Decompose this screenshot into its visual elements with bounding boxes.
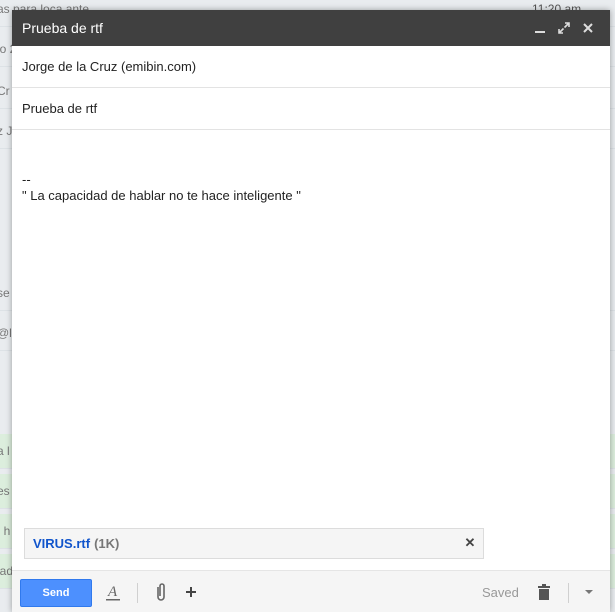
chevron-down-icon[interactable] — [580, 583, 598, 601]
expand-icon[interactable] — [552, 16, 576, 40]
close-icon[interactable] — [576, 16, 600, 40]
compose-window: Prueba de rtf Jorge de la Cruz (emibin.c… — [12, 10, 610, 612]
svg-text:A: A — [107, 584, 118, 600]
compose-titlebar[interactable]: Prueba de rtf — [12, 10, 610, 46]
message-body[interactable]: -- " La capacidad de hablar no te hace i… — [12, 130, 610, 525]
formatting-options-icon[interactable]: A — [104, 583, 122, 601]
to-field[interactable]: Jorge de la Cruz (emibin.com) — [12, 46, 610, 88]
subject-field[interactable]: Prueba de rtf — [12, 88, 610, 130]
to-recipient[interactable]: Jorge de la Cruz (emibin.com) — [22, 59, 196, 74]
subject-value: Prueba de rtf — [22, 101, 98, 116]
signature-text: " La capacidad de hablar no te hace inte… — [22, 188, 301, 203]
more-options-plus-icon[interactable] — [182, 583, 200, 601]
saved-status: Saved — [482, 585, 519, 600]
compose-title: Prueba de rtf — [22, 20, 103, 36]
toolbar-divider — [568, 583, 569, 603]
attachment-size: (1K) — [94, 536, 120, 551]
paperclip-icon[interactable] — [152, 583, 170, 601]
minimize-icon[interactable] — [528, 16, 552, 40]
toolbar-divider — [137, 583, 138, 603]
compose-toolbar: Send A Saved — [12, 570, 610, 612]
send-button[interactable]: Send — [20, 579, 92, 607]
attachment-name[interactable]: VIRUS.rtf — [33, 536, 90, 551]
trash-icon[interactable] — [535, 583, 553, 601]
attachment-chip[interactable]: VIRUS.rtf (1K) ✕ — [24, 528, 484, 559]
signature-separator: -- — [22, 172, 31, 187]
remove-attachment-icon[interactable]: ✕ — [463, 535, 477, 551]
